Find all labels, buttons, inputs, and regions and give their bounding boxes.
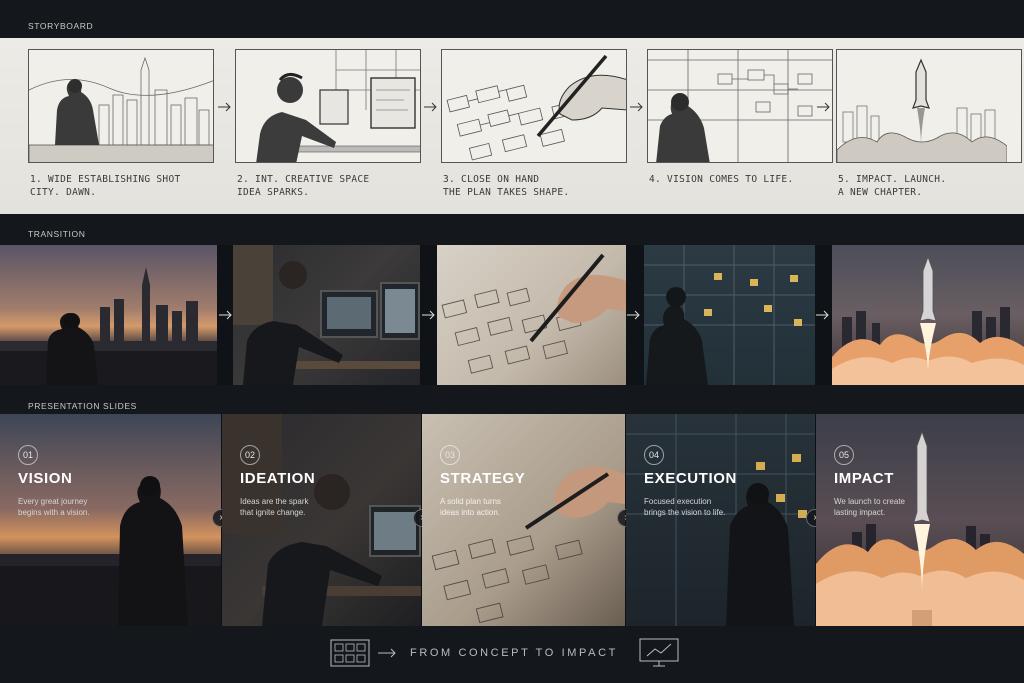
slide-title: VISION [18,470,73,487]
slide-text: Ideas are the spark that ignite change. [240,497,309,517]
storyboard-frame-1[interactable] [28,49,214,163]
presentation-chart-icon [639,638,679,667]
section-label-transition: TRANSITION [28,229,86,239]
rocket-sketch [837,58,1008,162]
arrow-right-icon [422,310,435,320]
planning-board-sketch [648,50,832,162]
storyboard-caption-5: 5. Impact. launch. a new chapter. [838,174,947,198]
slide-title: STRATEGY [440,470,526,487]
arrow-right-icon [378,648,396,658]
arrow-right-icon [218,102,231,112]
transition-strip [0,245,1024,385]
storyboard-caption-2: 2. Int. creative space idea sparks. [237,174,370,198]
transition-frame-4[interactable] [644,245,815,385]
storyboard-frame-3[interactable] [441,49,627,163]
storyboard-frame-5[interactable] [836,49,1022,163]
transition-frame-3[interactable] [437,245,626,385]
arrow-right-icon [219,310,232,320]
storyboard-caption-4: 4. Vision comes to life. [649,174,794,185]
transition-frame-5[interactable] [832,245,1024,385]
hand-drawing-image [441,253,626,374]
slide-title: IMPACT [834,470,894,487]
slide-title: IDEATION [240,470,316,487]
section-label-slides: PRESENTATION SLIDES [28,401,137,411]
rocket-launch-image [832,255,1024,385]
slide-number: 04 [644,445,664,465]
workstation-image [233,245,420,385]
arrow-right-icon [816,310,829,320]
transition-frame-1[interactable] [0,245,217,385]
slide-vision[interactable]: 01 VISION Every great journey begins wit… [0,414,221,626]
arrow-right-icon [817,102,830,112]
storyboard-frame-2[interactable] [235,49,421,163]
arrow-right-icon [424,102,437,112]
workstation-sketch [256,50,420,162]
slide-ideation[interactable]: 02 IDEATION Ideas are the spark that ign… [222,414,421,626]
arrow-right-icon [630,102,643,112]
storyboard-frame-4[interactable] [647,49,833,163]
slide-text: Every great journey begins with a vision… [18,497,90,517]
slide-impact[interactable]: 05 IMPACT We launch to create lasting im… [816,414,1024,626]
section-label-storyboard: STORYBOARD [28,21,94,31]
slide-number: 02 [240,445,260,465]
slide-title: EXECUTION [644,470,737,487]
storyboard-caption-1: 1. Wide establishing shot city. dawn. [30,174,181,198]
slide-text: We launch to create lasting impact. [834,497,906,517]
slide-number: 01 [18,445,38,465]
transition-frame-2[interactable] [233,245,420,385]
planning-board-image [644,245,815,385]
city-dusk-image [0,267,217,385]
hand-sketch [446,54,626,161]
slides-strip: 01 VISION Every great journey begins wit… [0,414,1024,626]
storyboard-strip: 1. Wide establishing shot city. dawn. 2.… [0,38,1024,214]
slide-text: A solid plan turns ideas into action. [440,497,501,517]
storyboard-caption-3: 3. Close on hand the plan takes shape. [443,174,570,198]
slide-execution[interactable]: 04 EXECUTION Focused execution brings th… [626,414,815,626]
arrow-right-icon [627,310,640,320]
slide-number: 03 [440,445,460,465]
slide-text: Focused execution brings the vision to l… [644,497,726,517]
city-sketch [29,56,213,162]
slide-strategy[interactable]: 03 STRATEGY A solid plan turns ideas int… [422,414,625,626]
storyboard-grid-icon [330,639,370,667]
footer-tagline: FROM CONCEPT TO IMPACT [410,647,618,659]
slide-number: 05 [834,445,854,465]
